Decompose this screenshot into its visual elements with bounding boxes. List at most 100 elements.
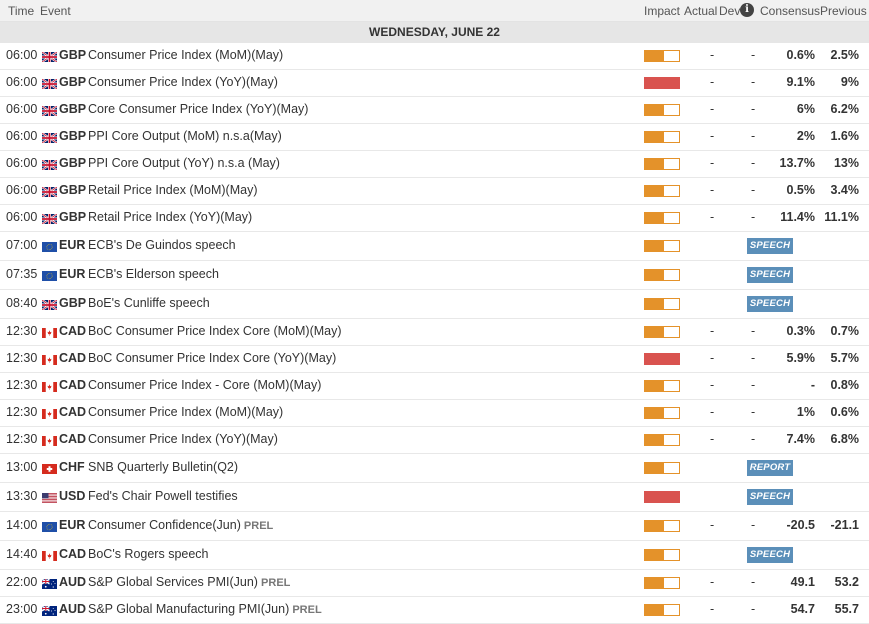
event-time: 12:30 [6,324,38,338]
consensus-value: 54.7 [790,602,815,616]
event-row[interactable]: 12:30 CAD Consumer Price Index - Core (MoM… [0,373,869,400]
event-row[interactable]: 06:00 GBP Core Consumer Price Index (YoY)(… [0,97,869,124]
event-title: Consumer Price Index - Core (MoM)(May) [88,378,322,392]
previous-value: 6.2% [830,102,860,116]
event-title: Retail Price Index (MoM)(May) [88,183,258,197]
previous-value: 53.2 [834,575,859,589]
event-row[interactable]: 06:00 GBP Consumer Price Index (YoY)(May) -… [0,70,869,97]
impact-fill [645,578,664,588]
prel-label: PREL [289,604,322,616]
event-currency: AUD [59,575,87,589]
event-time: 06:00 [6,75,38,89]
impact-fill [645,213,664,223]
event-time: 13:30 [6,489,38,503]
event-row[interactable]: 14:00 EUR Consumer Confidence(Jun) PREL - - -… [0,512,869,541]
event-currency: USD [59,489,86,503]
event-row[interactable]: 13:00 CHF SNB Quarterly Bulletin(Q2) REPORT [0,454,869,483]
speech-tag[interactable]: SPEECH [747,267,793,283]
event-name[interactable]: PPI Core Output (MoM) n.s.a(May) [88,129,282,143]
speech-tag[interactable]: SPEECH [747,296,793,312]
event-row[interactable]: 13:30 USD Fed's Chair Powell testifies SPEE… [0,483,869,512]
event-row[interactable]: 07:35 EUR ECB's Elderson speech SPEECH [0,261,869,290]
impact-bar [644,326,680,338]
consensus-value: 1% [796,405,815,419]
event-row[interactable]: 06:00 GBP Retail Price Index (MoM)(May) - - 0… [0,178,869,205]
consensus-value: 5.9% [786,351,816,365]
event-time: 23:00 [6,602,38,616]
event-row[interactable]: 22:00 AUD S&P Global Services PMI(Jun) PRE… [0,570,869,597]
event-name[interactable]: BoC's Rogers speech [88,547,209,561]
event-row[interactable]: 07:00 EUR ECB's De Guindos speech SPEECH [0,232,869,261]
speech-tag[interactable]: SPEECH [747,489,793,505]
consensus-value: 6% [796,102,815,116]
event-title: Fed's Chair Powell testifies [88,489,238,503]
info-icon[interactable]: i [740,3,754,17]
event-time: 14:40 [6,547,38,561]
report-tag[interactable]: REPORT [747,460,793,476]
speech-tag[interactable]: SPEECH [747,547,793,563]
event-name[interactable]: Consumer Price Index (YoY)(May) [88,432,278,446]
event-row[interactable]: 23:00 AUD S&P Global Manufacturing PMI(Jun… [0,597,869,624]
event-name[interactable]: Consumer Price Index (MoM)(May) [88,48,283,62]
impact-fill [645,354,679,364]
event-row[interactable]: 14:40 CAD BoC's Rogers speech SPEECH [0,541,869,570]
event-title: BoC Consumer Price Index Core (MoM)(May) [88,324,342,338]
event-name[interactable]: BoC Consumer Price Index Core (MoM)(May) [88,324,342,338]
eu-flag [42,521,57,532]
event-name[interactable]: ECB's De Guindos speech [88,238,236,252]
event-title: ECB's Elderson speech [88,267,219,281]
previous-value: -21.1 [830,518,860,532]
dev-value: - [751,378,756,392]
impact-fill [645,492,679,502]
actual-value: - [710,405,715,419]
consensus-value: 49.1 [790,575,815,589]
event-title: BoC's Rogers speech [88,547,209,561]
event-name[interactable]: Consumer Price Index (MoM)(May) [88,405,283,419]
event-name[interactable]: Consumer Confidence(Jun) PREL [88,518,273,532]
event-name[interactable]: Retail Price Index (MoM)(May) [88,183,257,197]
event-name[interactable]: S&P Global Manufacturing PMI(Jun) PREL [88,602,322,616]
speech-tag[interactable]: SPEECH [747,238,793,254]
event-title: Consumer Price Index (MoM)(May) [88,405,284,419]
event-name[interactable]: Consumer Price Index - Core (MoM)(May) [88,378,321,392]
event-row[interactable]: 12:30 CAD BoC Consumer Price Index Core (M… [0,319,869,346]
column-header-dev: Dev [719,4,741,18]
event-name[interactable]: BoC Consumer Price Index Core (YoY)(May) [88,351,336,365]
consensus-value: 2% [796,129,815,143]
event-name[interactable]: Core Consumer Price Index (YoY)(May) [88,102,308,116]
impact-fill [645,51,664,61]
ca-flag [42,327,57,338]
event-time: 07:00 [6,238,38,252]
event-name[interactable]: SNB Quarterly Bulletin(Q2) [88,460,238,474]
event-title: Consumer Price Index (MoM)(May) [88,48,284,62]
event-title: BoC Consumer Price Index Core (YoY)(May) [88,351,337,365]
event-row[interactable]: 12:30 CAD Consumer Price Index (MoM)(May) -… [0,400,869,427]
event-name[interactable]: PPI Core Output (YoY) n.s.a (May) [88,156,280,170]
event-name[interactable]: Consumer Price Index (YoY)(May) [88,75,278,89]
event-row[interactable]: 08:40 GBP BoE's Cunliffe speech SPEECH [0,290,869,319]
actual-value: - [710,351,715,365]
event-currency: EUR [59,518,86,532]
event-row[interactable]: 06:00 GBP Consumer Price Index (MoM)(May) -… [0,43,869,70]
event-row[interactable]: 12:30 CAD BoC Consumer Price Index Core (Y… [0,346,869,373]
event-row[interactable]: 06:00 GBP Retail Price Index (YoY)(May) - - 1… [0,205,869,232]
event-name[interactable]: BoE's Cunliffe speech [88,296,210,310]
event-row[interactable]: 06:00 GBP PPI Core Output (YoY) n.s.a (May… [0,151,869,178]
impact-fill [645,270,664,280]
event-name[interactable]: ECB's Elderson speech [88,267,219,281]
impact-bar [644,158,680,170]
dev-value: - [751,156,756,170]
event-row[interactable]: 12:30 CAD Consumer Price Index (YoY)(May) -… [0,427,869,454]
ca-flag [42,354,57,365]
day-header: WEDNESDAY, JUNE 22 [0,22,869,43]
actual-value: - [710,575,715,589]
event-name[interactable]: Fed's Chair Powell testifies [88,489,238,503]
impact-bar [644,353,680,365]
dev-value: - [751,602,756,616]
dev-value: - [751,405,756,419]
event-name[interactable]: S&P Global Services PMI(Jun) PREL [88,575,290,589]
event-row[interactable]: 06:00 GBP PPI Core Output (MoM) n.s.a(May)… [0,124,869,151]
event-name[interactable]: Retail Price Index (YoY)(May) [88,210,252,224]
actual-value: - [710,378,715,392]
consensus-value: 9.1% [786,75,816,89]
